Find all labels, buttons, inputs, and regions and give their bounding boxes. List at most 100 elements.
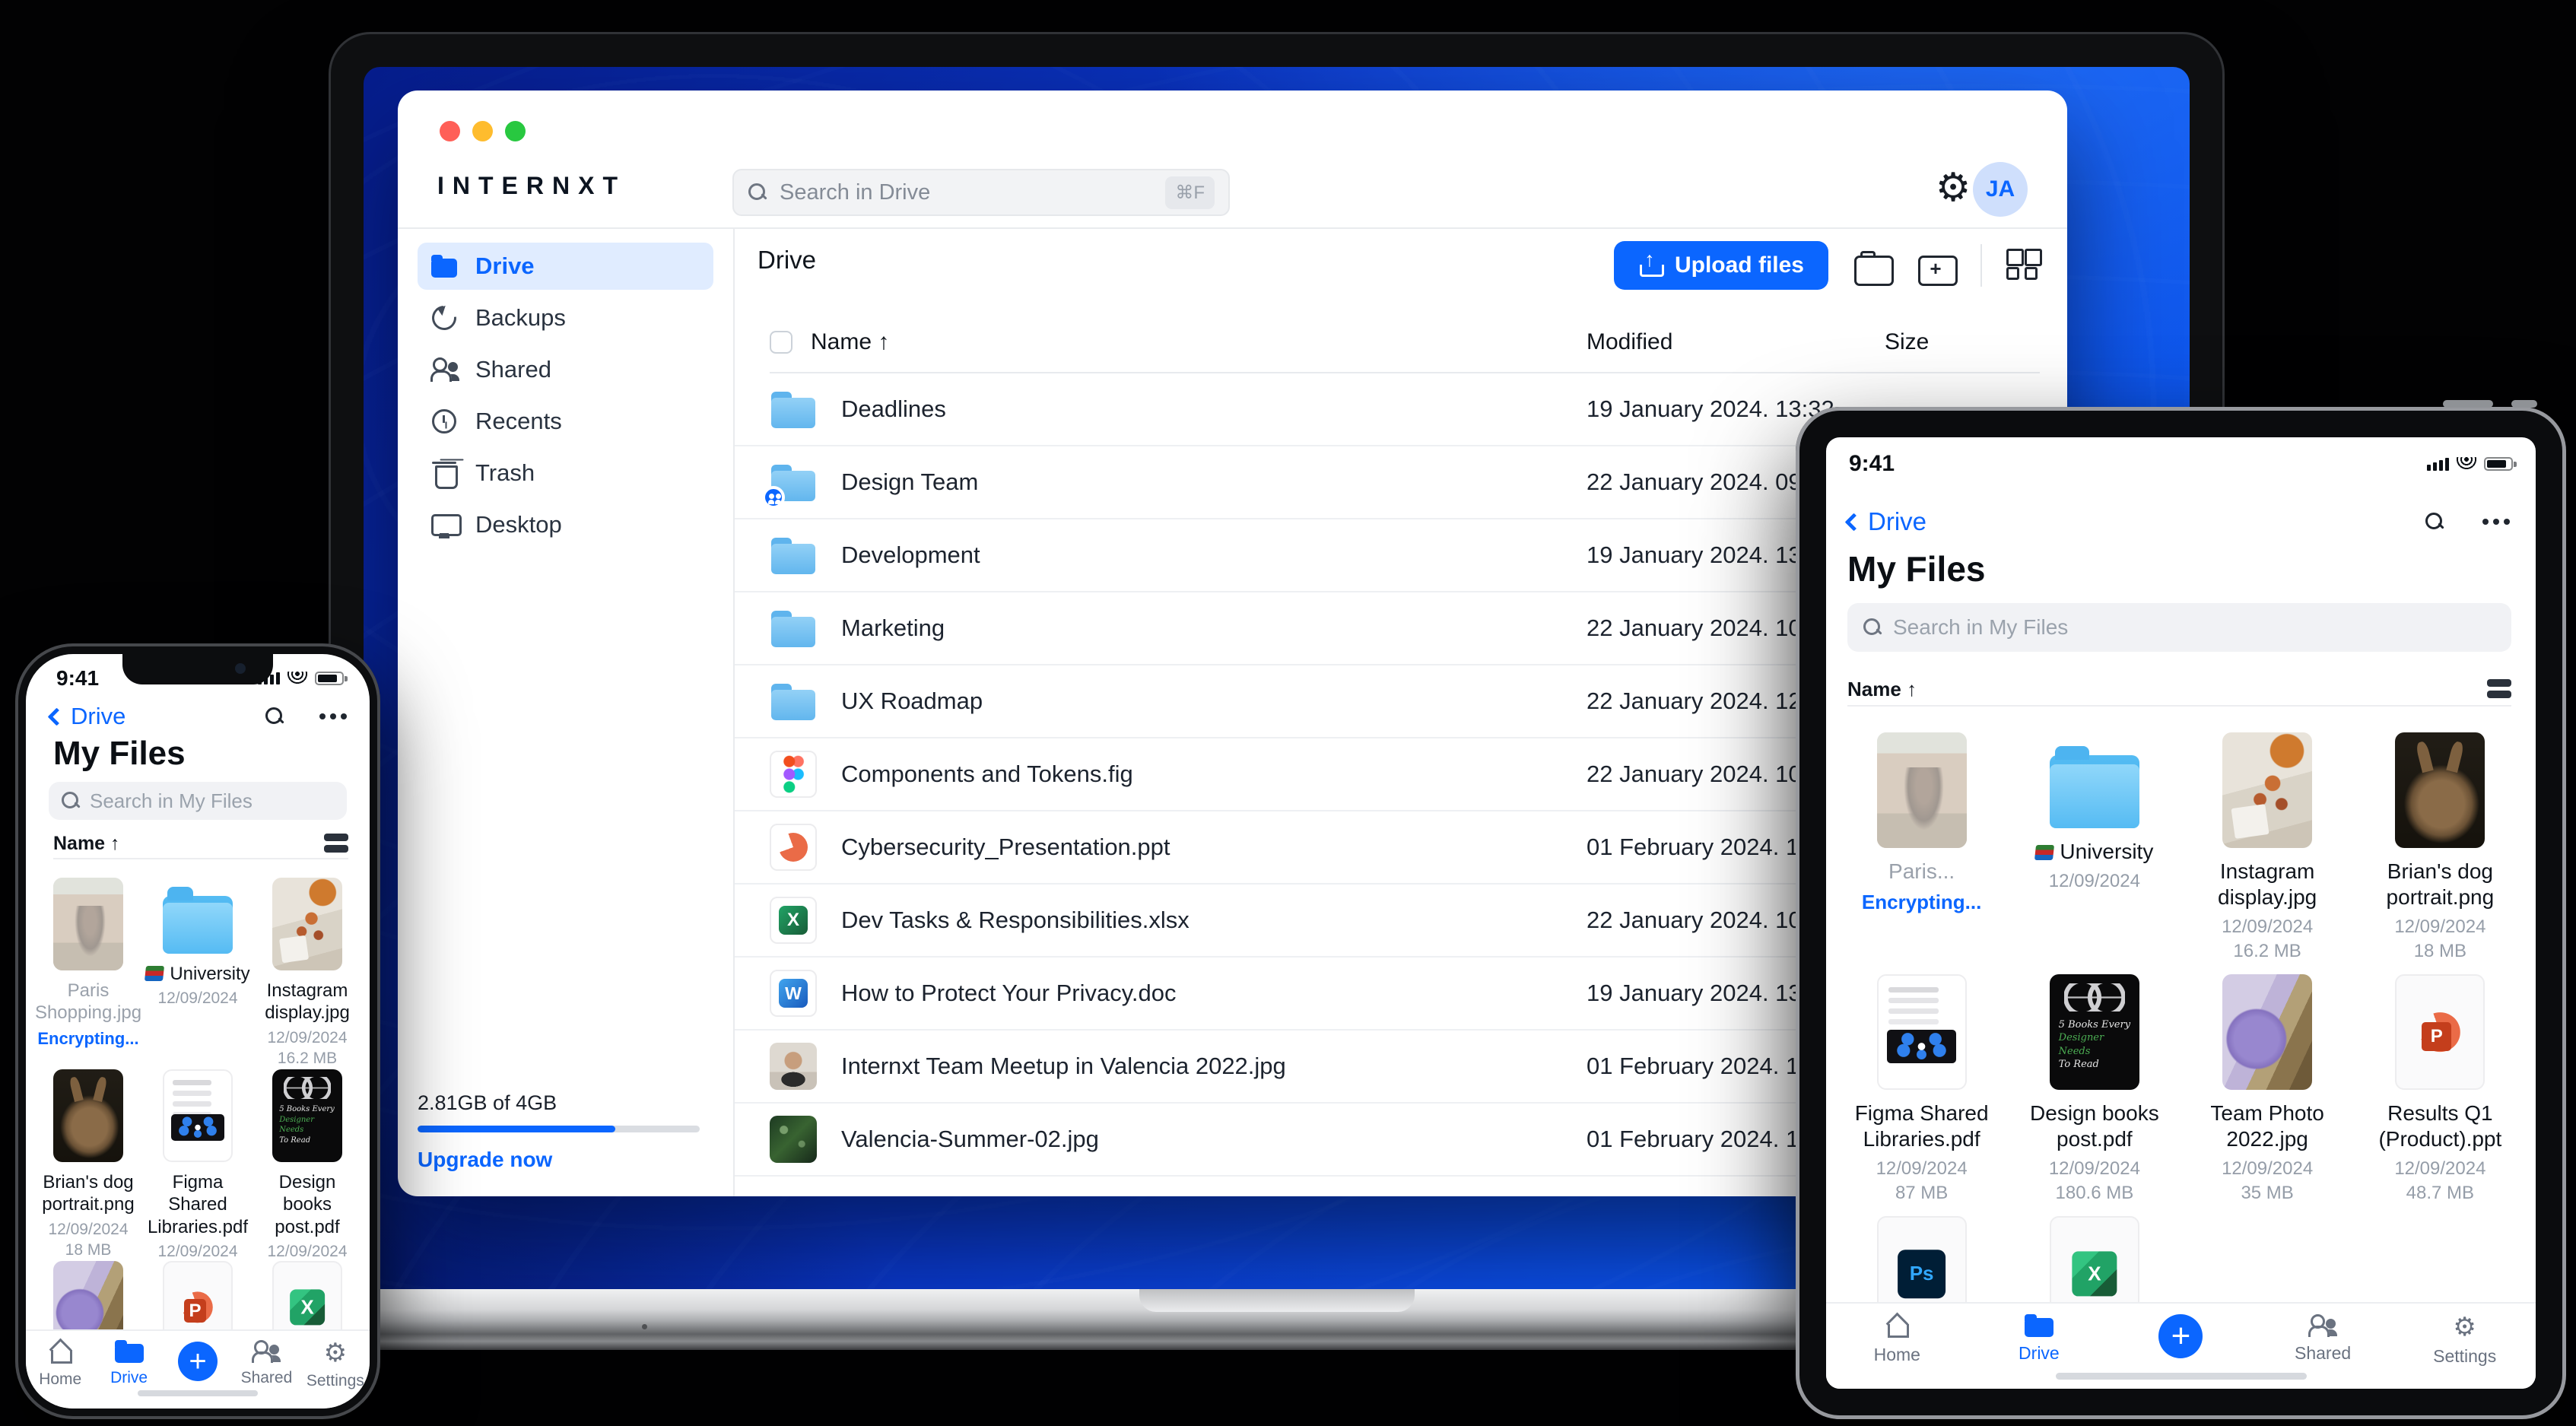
drive-search-input[interactable] <box>780 179 1154 205</box>
list-view-toggle-icon[interactable] <box>324 834 348 853</box>
sidebar-item-backups[interactable]: Backups <box>418 294 713 341</box>
tab-settings[interactable]: ⚙ Settings <box>301 1340 370 1409</box>
file-name: Figma Shared Libraries.pdf <box>147 1172 249 1237</box>
file-thumbnail: 5 Books Every Designer Needs To Read <box>2049 974 2139 1090</box>
file-size: 16.2 MB <box>2233 941 2301 962</box>
search-icon[interactable] <box>265 707 284 726</box>
home-indicator[interactable] <box>2055 1373 2307 1380</box>
tablet-search-bar[interactable] <box>1847 603 2511 652</box>
file-name: Instagram display.jpg <box>265 980 350 1024</box>
file-card[interactable] <box>53 1261 123 1329</box>
file-date: 12/09/2024 <box>267 1242 348 1260</box>
book-cover-text: 5 Books Every Designer Needs To Read <box>2058 1018 2131 1071</box>
file-card[interactable]: 5 Books Every Designer Needs To Read Desig… <box>253 1069 362 1281</box>
file-date: 12/09/2024 <box>48 1220 129 1238</box>
file-card[interactable] <box>1876 1216 1967 1302</box>
tab-home[interactable]: Home <box>1826 1314 1968 1389</box>
sidebar-item-shared[interactable]: Shared <box>418 346 713 393</box>
file-name: How to Protect Your Privacy.doc <box>841 980 1177 1006</box>
sort-by-name[interactable]: Name ↑ <box>1847 678 1917 701</box>
account-avatar[interactable]: JA <box>1973 162 2028 217</box>
file-card[interactable] <box>272 1261 342 1329</box>
sidebar-item-drive[interactable]: Drive <box>418 243 713 290</box>
drive-search-bar[interactable]: ⌘F <box>732 169 1230 216</box>
file-card[interactable]: Figma Shared Libraries.pdf 12/09/2024 87… <box>143 1069 253 1281</box>
tablet-search-input[interactable] <box>1893 615 2496 640</box>
file-card[interactable]: Figma Shared Libraries.pdf 12/09/2024 87… <box>1846 974 1998 1216</box>
close-window-button[interactable] <box>440 121 460 141</box>
desktop-monitor-icon <box>430 510 462 539</box>
sidebar-item-label: Backups <box>475 304 566 331</box>
more-options-icon[interactable] <box>2482 518 2511 526</box>
file-card[interactable]: Results Q1 (Product).ppt 12/09/2024 48.7… <box>2364 974 2516 1216</box>
file-card[interactable]: 5 Books Every Designer Needs To Read Desig… <box>2019 974 2171 1216</box>
more-options-icon[interactable] <box>319 713 348 720</box>
zoom-window-button[interactable] <box>505 121 526 141</box>
storage-progress-track <box>418 1126 700 1132</box>
search-shortcut-badge: ⌘F <box>1165 176 1215 209</box>
file-name: Brian's dog portrait.png <box>2386 859 2495 910</box>
file-card[interactable] <box>2049 1216 2139 1302</box>
column-header-name[interactable]: Name ↑ <box>811 329 889 355</box>
grid-view-toggle-icon[interactable] <box>2006 249 2042 282</box>
upload-folder-button[interactable] <box>1853 248 1894 286</box>
column-header-modified[interactable]: Modified <box>1587 329 1672 355</box>
minimize-window-button[interactable] <box>472 121 493 141</box>
file-type-icon <box>770 897 817 944</box>
sidebar-item-desktop[interactable]: Desktop <box>418 501 713 548</box>
file-card[interactable]: Instagram display.jpg 12/09/2024 16.2 MB <box>253 878 362 1069</box>
books-emoji-icon <box>145 966 165 981</box>
file-thumbnail <box>162 887 233 954</box>
upload-files-button[interactable]: Upload files <box>1613 241 1828 290</box>
add-file-button[interactable]: + <box>2158 1314 2203 1358</box>
file-card[interactable]: Paris... Encrypting... <box>1862 732 1981 974</box>
file-date: 12/09/2024 <box>2048 1158 2140 1180</box>
sidebar-item-trash[interactable]: Trash <box>418 449 713 497</box>
phone-search-bar[interactable] <box>49 782 347 820</box>
add-file-button[interactable]: + <box>178 1342 218 1381</box>
home-indicator[interactable] <box>138 1390 258 1396</box>
file-thumbnail <box>1876 1216 1967 1302</box>
file-card[interactable]: Brian's dog portrait.png 12/09/2024 18 M… <box>2364 732 2516 974</box>
select-all-checkbox[interactable] <box>770 331 792 354</box>
file-thumbnail <box>272 878 342 970</box>
file-card[interactable]: University 12/09/2024 <box>145 878 250 1069</box>
upload-icon <box>1638 248 1664 277</box>
folder-icon <box>430 252 459 281</box>
file-card[interactable]: Paris Shopping.jpg Encrypting... <box>33 878 143 1069</box>
shared-badge-icon <box>762 486 785 509</box>
back-to-drive-link[interactable]: Drive <box>1844 507 1926 536</box>
file-card[interactable]: University 12/09/2024 <box>2034 732 2153 974</box>
file-card[interactable] <box>163 1261 233 1329</box>
tab-settings[interactable]: ⚙ Settings <box>2393 1314 2536 1389</box>
sort-by-name[interactable]: Name ↑ <box>53 833 120 855</box>
back-to-drive-link[interactable]: Drive <box>47 703 125 730</box>
list-view-toggle-icon[interactable] <box>2487 679 2511 699</box>
upgrade-now-link[interactable]: Upgrade now <box>418 1148 700 1172</box>
file-name: Results Q1 (Product).ppt <box>2378 1101 2502 1151</box>
file-name: Instagram display.jpg <box>2218 859 2317 910</box>
tab-home[interactable]: Home <box>26 1340 94 1409</box>
column-header-size[interactable]: Size <box>1885 329 1929 355</box>
file-name: Internxt Team Meetup in Valencia 2022.jp… <box>841 1053 1286 1079</box>
settings-gear-icon: ⚙ <box>2453 1313 2476 1342</box>
tab-shared[interactable]: Shared <box>232 1340 300 1409</box>
phone-search-input[interactable] <box>90 789 345 813</box>
file-card[interactable]: Team Photo 2022.jpg 12/09/2024 35 MB <box>2191 974 2343 1216</box>
home-icon <box>47 1340 73 1364</box>
settings-gear-icon[interactable]: ⚙ <box>1932 167 1974 209</box>
shared-people-icon <box>430 355 459 384</box>
sidebar-item-recents[interactable]: Recents <box>418 398 713 445</box>
file-status-encrypting: Encrypting... <box>1861 891 1982 914</box>
file-card[interactable]: Brian's dog portrait.png 12/09/2024 18 M… <box>33 1069 143 1261</box>
file-name: Figma Shared Libraries.pdf <box>1854 1101 1989 1151</box>
file-card[interactable]: Instagram display.jpg 12/09/2024 16.2 MB <box>2191 732 2343 974</box>
new-folder-button[interactable]: + <box>1917 248 1958 286</box>
search-icon[interactable] <box>2425 512 2444 532</box>
tab-drive[interactable]: Drive <box>94 1340 163 1409</box>
file-grid: Paris Shopping.jpg Encrypting... Univers… <box>33 861 362 1329</box>
file-thumbnail <box>2222 974 2313 1090</box>
file-size: 180.6 MB <box>2055 1183 2134 1204</box>
tablet-device: 9:41 Drive My Files Search in My Files N… <box>1796 400 2566 1419</box>
tab-add[interactable]: + <box>164 1340 232 1409</box>
